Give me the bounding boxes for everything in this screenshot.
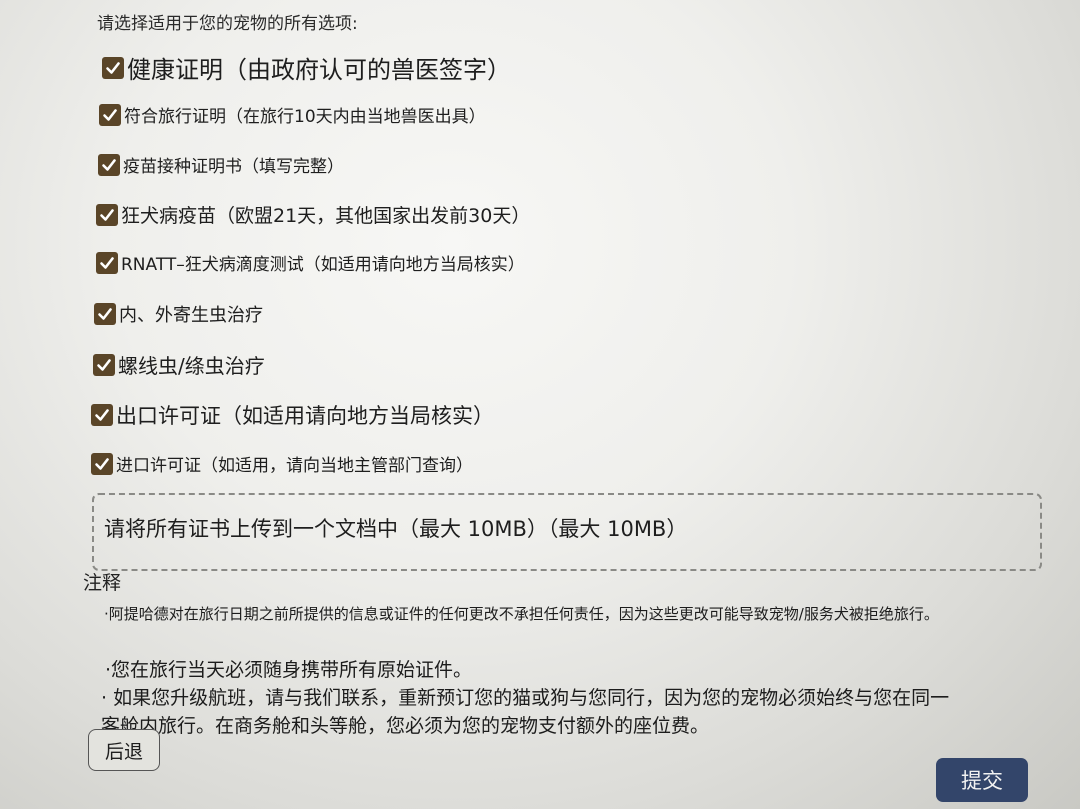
note-upgrade-line2: 客舱内旅行。在商务舱和头等舱，您必须为您的宠物支付额外的座位费。 bbox=[101, 715, 710, 737]
checkbox-label: 螺线虫/绦虫治疗 bbox=[118, 354, 265, 378]
checkmark-icon bbox=[98, 308, 112, 320]
checkbox-label: 健康证明（由政府认可的兽医签字） bbox=[127, 56, 511, 84]
checkbox[interactable] bbox=[99, 103, 121, 126]
checkbox-label: 进口许可证（如适用，请向当地主管部门查询） bbox=[116, 456, 473, 476]
checkbox-label: 狂犬病疫苗（欧盟21天，其他国家出发前30天） bbox=[121, 205, 531, 227]
checkbox-health-certificate[interactable]: 健康证明（由政府认可的兽医签字） bbox=[102, 50, 511, 85]
checkbox-rnatt[interactable]: RNATT–狂犬病滴度测试（如适用请向地方当局核实） bbox=[96, 250, 525, 275]
checkbox-fit-to-travel[interactable]: 符合旅行证明（在旅行10天内由当地兽医出具） bbox=[99, 102, 486, 127]
note-original-documents: ·您在旅行当天必须随身携带所有原始证件。 bbox=[105, 659, 473, 681]
checkmark-icon bbox=[102, 158, 116, 171]
checkbox-label: 内、外寄生虫治疗 bbox=[119, 305, 263, 326]
checkbox-vaccination[interactable]: 疫苗接种证明书（填写完整） bbox=[98, 152, 344, 177]
checkbox-worm-treatment[interactable]: 螺线虫/绦虫治疗 bbox=[93, 350, 265, 379]
checkbox[interactable] bbox=[96, 203, 118, 226]
note-upgrade-line1: · 如果您升级航班，请与我们联系，重新预订您的猫或狗与您同行，因为您的宠物必须始… bbox=[101, 687, 950, 709]
checkmark-icon bbox=[106, 61, 120, 74]
checkbox[interactable] bbox=[91, 452, 113, 475]
notes-heading: 注释 bbox=[83, 572, 122, 594]
checkmark-icon bbox=[100, 256, 114, 269]
checkbox-label: 符合旅行证明（在旅行10天内由当地兽医出具） bbox=[124, 107, 486, 127]
checkmark-icon bbox=[103, 108, 117, 121]
checkmark-icon bbox=[100, 208, 114, 221]
checkbox[interactable] bbox=[96, 251, 118, 274]
checkbox-label: 疫苗接种证明书（填写完整） bbox=[123, 157, 344, 177]
checkbox[interactable] bbox=[98, 153, 120, 176]
upload-label: 请将所有证书上传到一个文档中（最大 10MB）（最大 10MB） bbox=[104, 517, 688, 541]
note-liability: ·阿提哈德对在旅行日期之前所提供的信息或证件的任何更改不承担任何责任，因为这些更… bbox=[104, 605, 939, 623]
checkbox[interactable] bbox=[94, 303, 116, 325]
checkbox[interactable] bbox=[102, 56, 124, 79]
checkbox-export-permit[interactable]: 出口许可证（如适用请向地方当局核实） bbox=[91, 400, 494, 430]
checkbox-label: 出口许可证（如适用请向地方当局核实） bbox=[116, 404, 494, 428]
checkbox-parasite-treatment[interactable]: 内、外寄生虫治疗 bbox=[94, 301, 263, 327]
checkmark-icon bbox=[95, 409, 109, 421]
file-upload-dropzone[interactable]: 请将所有证书上传到一个文档中（最大 10MB）（最大 10MB） bbox=[92, 493, 1042, 571]
checkmark-icon bbox=[97, 358, 111, 371]
checkmark-icon bbox=[95, 457, 109, 470]
checkbox[interactable] bbox=[93, 353, 115, 376]
pet-documents-form: 请选择适用于您的宠物的所有选项: 健康证明（由政府认可的兽医签字） 符合旅行证明… bbox=[0, 0, 1080, 809]
checkbox[interactable] bbox=[91, 404, 113, 426]
back-button[interactable]: 后退 bbox=[88, 729, 160, 771]
note-upgrade: · 如果您升级航班，请与我们联系，重新预订您的猫或狗与您同行，因为您的宠物必须始… bbox=[101, 684, 949, 740]
form-intro: 请选择适用于您的宠物的所有选项: bbox=[97, 14, 358, 34]
checkbox-import-permit[interactable]: 进口许可证（如适用，请向当地主管部门查询） bbox=[91, 451, 473, 476]
checkbox-rabies-vaccine[interactable]: 狂犬病疫苗（欧盟21天，其他国家出发前30天） bbox=[96, 201, 530, 228]
checkbox-label: RNATT–狂犬病滴度测试（如适用请向地方当局核实） bbox=[121, 255, 525, 275]
submit-button[interactable]: 提交 bbox=[936, 758, 1028, 802]
